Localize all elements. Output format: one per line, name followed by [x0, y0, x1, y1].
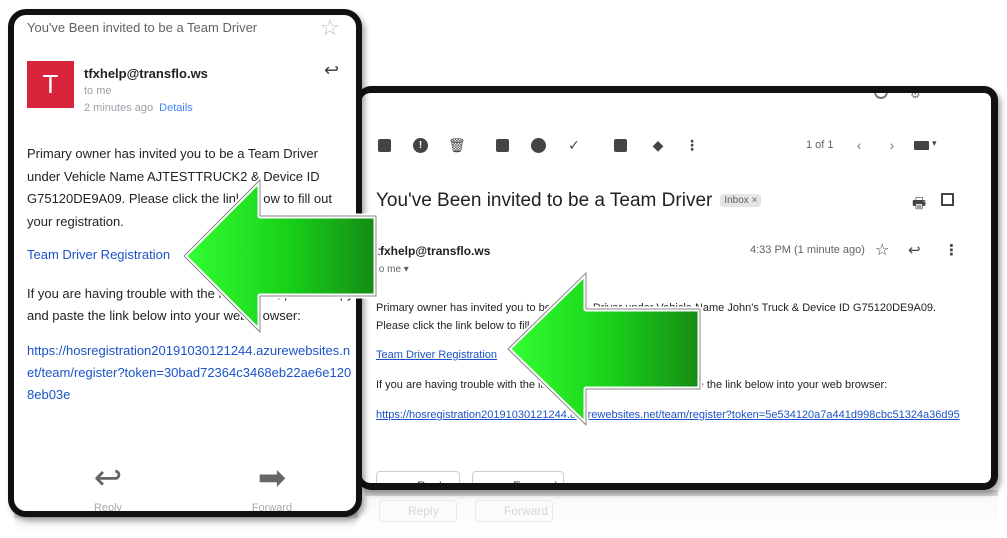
more-icon[interactable]: ⋮ — [944, 241, 959, 259]
reflected-forward-button: Forward — [475, 500, 553, 522]
message-toolbar: ! 🗑 ✓ ◆ ⋮ 1 of 1 ‹ › ▾ — [362, 129, 991, 159]
reply-button-label: Reply — [417, 479, 448, 490]
print-icon[interactable]: 🖶 — [912, 193, 926, 218]
label-icon[interactable]: ◆ — [650, 137, 666, 153]
reply-arrow-icon: ↩ — [389, 478, 401, 490]
top-fragment: ⚙ — [362, 93, 991, 107]
sender-address: tfxhelp@transflo.ws — [376, 244, 491, 258]
forward-button-label: Forward — [513, 479, 558, 490]
email-subject: You've Been invited to be a Team Driver — [27, 20, 258, 35]
green-arrow-phone-icon — [181, 177, 379, 335]
keyboard-icon[interactable] — [914, 141, 929, 150]
forward-action[interactable]: ➡ Forward — [242, 459, 302, 514]
reply-icon[interactable]: ↩ — [324, 60, 339, 81]
green-arrow-desktop-icon — [505, 270, 703, 428]
reflected-reply-button: Reply — [379, 500, 457, 522]
mark-unread-icon[interactable] — [496, 139, 509, 152]
timestamp: 2 minutes ago Details — [84, 102, 193, 114]
add-to-tasks-icon[interactable]: ✓ — [566, 137, 582, 153]
newer-chevron-icon[interactable]: ‹ — [851, 137, 867, 153]
report-spam-icon[interactable]: ! — [413, 138, 428, 153]
move-to-icon[interactable] — [614, 139, 627, 152]
snooze-icon[interactable] — [531, 138, 546, 153]
more-options-icon[interactable]: ⋮ — [684, 137, 700, 153]
team-driver-registration-link[interactable]: Team Driver Registration — [27, 247, 170, 262]
timestamp: 4:33 PM (1 minute ago) — [750, 244, 865, 256]
avatar: T — [27, 61, 74, 108]
input-tools-dropdown-icon[interactable]: ▾ — [932, 138, 937, 149]
reply-label: Reply — [93, 502, 123, 514]
email-subject: You've Been invited to be a Team Driver I… — [376, 190, 762, 212]
star-icon[interactable]: ☆ — [875, 240, 889, 260]
reply-arrow-icon: ↩ — [93, 459, 123, 497]
details-link[interactable]: Details — [159, 102, 193, 114]
delete-icon[interactable]: 🗑 — [448, 137, 466, 153]
reply-button[interactable]: ↩ Reply — [376, 471, 460, 490]
forward-arrow-icon: ↪ — [485, 478, 497, 490]
subject-text: You've Been invited to be a Team Driver — [376, 190, 713, 211]
star-icon[interactable]: ☆ — [320, 15, 340, 41]
sender-address: tfxhelp@transflo.ws — [84, 66, 208, 81]
team-driver-registration-link[interactable]: Team Driver Registration — [376, 349, 497, 361]
open-new-window-icon[interactable] — [941, 193, 954, 206]
recipient-text: to me — [84, 85, 112, 97]
registration-url-link[interactable]: https://hosregistration20191030121244.az… — [27, 340, 356, 406]
reply-icon[interactable]: ↩ — [908, 241, 921, 259]
reply-action[interactable]: ↩ Reply — [78, 459, 138, 514]
time-text: 2 minutes ago — [84, 102, 154, 114]
forward-arrow-icon: ➡ — [257, 459, 287, 497]
inbox-label-badge[interactable]: Inbox × — [720, 194, 762, 207]
pager: 1 of 1 — [806, 139, 834, 151]
archive-icon[interactable] — [378, 139, 391, 152]
older-chevron-icon[interactable]: › — [884, 137, 900, 153]
forward-label: Forward — [251, 502, 293, 514]
forward-button[interactable]: ↪ Forward — [472, 471, 564, 490]
desktop-reflection: Reply Forward — [365, 490, 998, 536]
